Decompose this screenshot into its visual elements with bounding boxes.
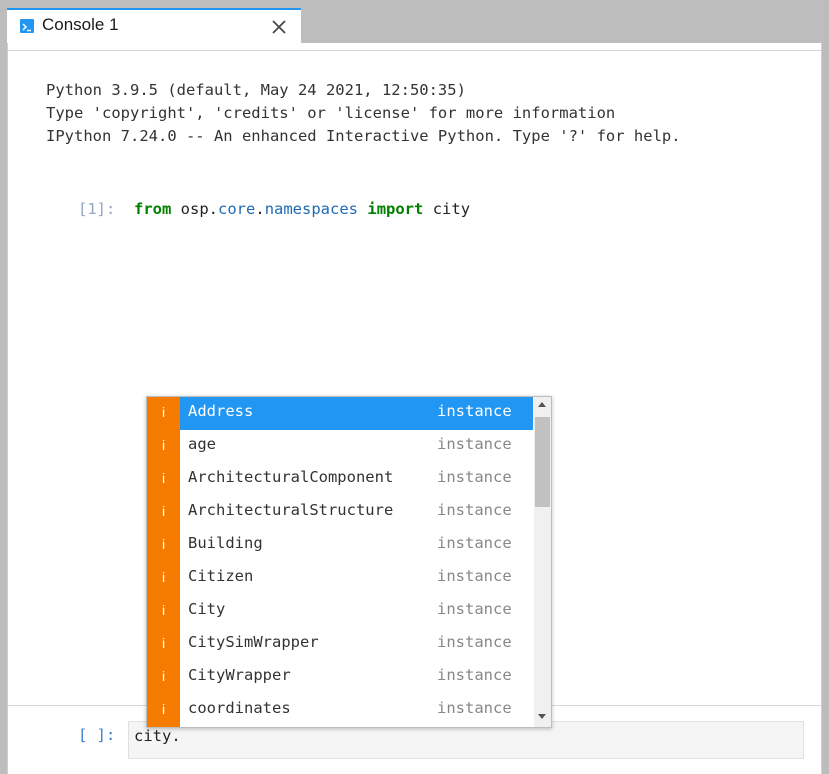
- completion-kind: instance: [437, 402, 512, 420]
- instance-icon-glyph: i: [161, 536, 166, 552]
- completion-name: Citizen: [188, 567, 254, 585]
- completion-kind: instance: [437, 567, 512, 585]
- instance-icon: i: [147, 397, 180, 430]
- instance-icon-glyph: i: [161, 569, 166, 585]
- completion-name: City: [188, 600, 226, 618]
- completion-scrollbar[interactable]: [534, 397, 551, 727]
- module-name: core: [218, 200, 256, 218]
- completion-name: age: [188, 435, 216, 453]
- instance-icon: i: [147, 595, 180, 628]
- cell-prompt: [1]:: [78, 200, 116, 218]
- tab-console-1[interactable]: Console 1: [7, 8, 301, 44]
- completion-kind: instance: [437, 666, 512, 684]
- completion-item[interactable]: i CityWrapper instance: [147, 661, 534, 694]
- completion-item[interactable]: i City instance: [147, 595, 534, 628]
- instance-icon: i: [147, 562, 180, 595]
- terminal-icon: [20, 19, 34, 33]
- banner-line: IPython 7.24.0 -- An enhanced Interactiv…: [46, 127, 681, 145]
- instance-icon-glyph: i: [161, 503, 166, 519]
- instance-icon: i: [147, 496, 180, 529]
- dot: .: [255, 200, 265, 218]
- completion-name: Building: [188, 534, 263, 552]
- scrollbar-thumb[interactable]: [535, 417, 550, 507]
- instance-icon-glyph: i: [161, 470, 166, 486]
- instance-icon-glyph: i: [161, 404, 166, 420]
- imported-name: city: [432, 200, 471, 218]
- completion-item[interactable]: i CitySimWrapper instance: [147, 628, 534, 661]
- scroll-up-arrow-icon[interactable]: [538, 402, 546, 407]
- completion-kind: instance: [437, 600, 512, 618]
- completion-item[interactable]: i ArchitecturalStructure instance: [147, 496, 534, 529]
- completion-popup: i Address instance i age instance i Arch…: [146, 396, 552, 728]
- completion-item[interactable]: i Building instance: [147, 529, 534, 562]
- completion-item[interactable]: i age instance: [147, 430, 534, 463]
- completion-name: Address: [188, 402, 254, 420]
- close-icon[interactable]: [271, 19, 287, 35]
- module-name: namespaces: [264, 200, 359, 218]
- dot: .: [208, 200, 219, 218]
- completion-kind: instance: [437, 501, 512, 519]
- tab-title: Console 1: [42, 15, 119, 34]
- completion-name: ArchitecturalComponent: [188, 468, 394, 486]
- completion-name: coordinates: [188, 699, 291, 717]
- scroll-down-arrow-icon[interactable]: [538, 714, 546, 719]
- instance-icon-glyph: i: [161, 635, 166, 651]
- instance-icon: i: [147, 529, 180, 562]
- completion-name: ArchitecturalStructure: [188, 501, 394, 519]
- completion-kind: instance: [437, 435, 512, 453]
- keyword-from: from: [134, 200, 172, 218]
- instance-icon-glyph: i: [161, 668, 166, 684]
- completion-kind: instance: [437, 534, 512, 552]
- completion-kind: instance: [437, 699, 512, 717]
- console-banner: Python 3.9.5 (default, May 24 2021, 12:5…: [46, 79, 681, 148]
- instance-icon: i: [147, 463, 180, 496]
- completion-name: CityWrapper: [188, 666, 291, 684]
- completion-kind: instance: [437, 633, 512, 651]
- completion-name: CitySimWrapper: [188, 633, 319, 651]
- instance-icon-glyph: i: [161, 437, 166, 453]
- completion-item[interactable]: i Address instance: [147, 397, 534, 430]
- module-name: osp: [180, 200, 209, 218]
- code-cell-1: [1]: from osp.core.namespaces import cit…: [78, 200, 470, 218]
- instance-icon: i: [147, 628, 180, 661]
- completion-item[interactable]: i ArchitecturalComponent instance: [147, 463, 534, 496]
- completion-item[interactable]: i Citizen instance: [147, 562, 534, 595]
- banner-line: Python 3.9.5 (default, May 24 2021, 12:5…: [46, 81, 466, 99]
- keyword-import: import: [367, 200, 424, 218]
- toolbar-divider: [8, 50, 821, 51]
- completion-kind: instance: [437, 468, 512, 486]
- input-prompt: [ ]:: [78, 726, 116, 744]
- tab-bar: Console 1: [0, 0, 829, 44]
- instance-icon-glyph: i: [161, 701, 166, 717]
- instance-icon: i: [147, 430, 180, 463]
- instance-icon: i: [147, 694, 180, 727]
- instance-icon-glyph: i: [161, 602, 166, 618]
- completion-item[interactable]: i coordinates instance: [147, 694, 534, 727]
- instance-icon: i: [147, 661, 180, 694]
- banner-line: Type 'copyright', 'credits' or 'license'…: [46, 104, 616, 122]
